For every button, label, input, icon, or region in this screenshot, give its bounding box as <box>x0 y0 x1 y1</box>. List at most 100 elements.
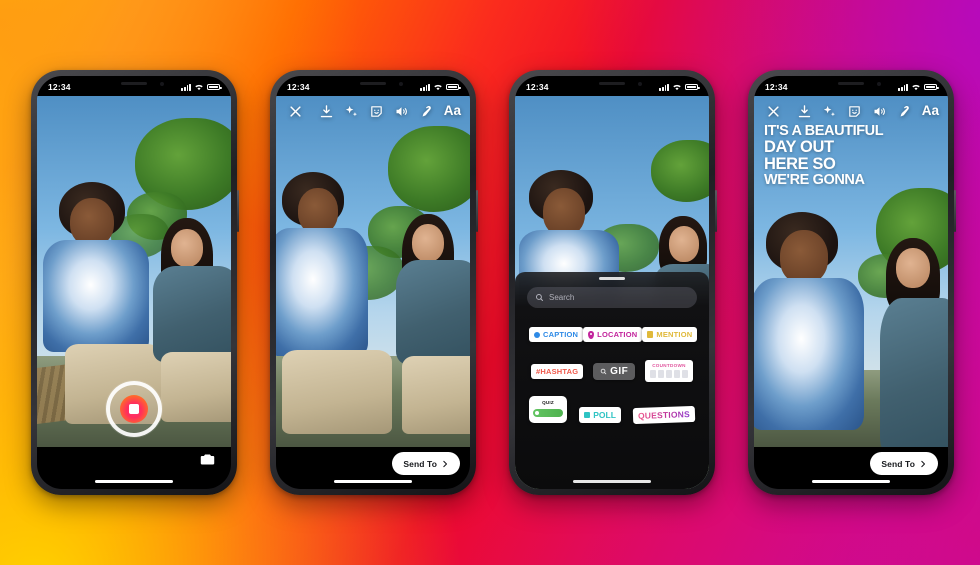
text-tool-label[interactable]: Aa <box>920 104 939 118</box>
person-face <box>543 188 585 236</box>
sparkles-icon[interactable] <box>820 101 840 121</box>
story-canvas[interactable] <box>276 96 470 447</box>
person-face <box>70 198 114 246</box>
person-face <box>896 248 930 288</box>
sticker-icon[interactable] <box>845 101 865 121</box>
status-time: 12:34 <box>48 82 71 92</box>
status-time: 12:34 <box>287 82 310 92</box>
chevron-right-icon <box>443 460 448 467</box>
phone-stickers: 12:34 Search CAPTION LOCATION MENTION #H… <box>509 70 717 495</box>
wifi-icon <box>673 84 681 91</box>
battery-icon <box>685 83 700 91</box>
person-left <box>754 212 868 447</box>
sticker-quiz[interactable]: QUIZ <box>529 396 567 423</box>
sticker-hashtag-label: #HASHTAG <box>536 366 579 376</box>
flip-camera-icon[interactable] <box>198 450 217 469</box>
close-icon[interactable] <box>763 101 783 121</box>
tray-drag-handle[interactable] <box>599 277 625 280</box>
wifi-icon <box>434 84 442 91</box>
phone-preview: 12:34 Aa Send To <box>270 70 478 495</box>
draw-icon[interactable] <box>895 101 915 121</box>
phone-caption: 12:34 Aa IT'S A BEAUTIFUL DAY OUT HERE S… <box>748 70 956 495</box>
signal-bars-icon <box>181 83 191 91</box>
sticker-quiz-label: QUIZ <box>542 400 554 405</box>
sticker-poll-label: POLL <box>593 410 616 420</box>
notch <box>91 76 177 92</box>
earpiece-speaker <box>360 82 386 85</box>
search-icon <box>600 368 607 374</box>
battery-icon <box>924 83 939 91</box>
battery-icon <box>446 83 461 91</box>
person-shirt <box>153 266 231 362</box>
sticker-hashtag[interactable]: #HASHTAG <box>531 363 584 379</box>
send-to-label: Send To <box>403 458 437 469</box>
sticker-questions-label: QUESTIONS <box>637 409 691 421</box>
sticker-caption[interactable]: CAPTION <box>529 327 584 342</box>
front-camera <box>877 82 881 86</box>
earpiece-speaker <box>121 82 147 85</box>
record-button-inner <box>120 395 148 423</box>
caption-dot-icon <box>534 331 540 338</box>
story-caption-text[interactable]: IT'S A BEAUTIFUL DAY OUT HERE SO WE'RE G… <box>764 123 938 188</box>
quiz-slider-bar <box>533 409 563 417</box>
phone-capture-screen: 12:34 <box>37 76 231 489</box>
front-camera <box>399 82 403 86</box>
sticker-mention-label: MENTION <box>656 330 693 339</box>
sticker-location-label: LOCATION <box>597 330 638 339</box>
home-indicator <box>334 479 412 483</box>
phone-preview-screen: 12:34 Aa Send To <box>276 76 470 489</box>
phone-stickers-screen: 12:34 Search CAPTION LOCATION MENTION #H… <box>515 76 709 489</box>
record-button[interactable] <box>106 381 162 437</box>
status-time: 12:34 <box>765 82 788 92</box>
sticker-questions[interactable]: QUESTIONS <box>632 405 696 425</box>
phone-caption-screen: 12:34 Aa IT'S A BEAUTIFUL DAY OUT HERE S… <box>754 76 948 489</box>
signal-bars-icon <box>898 83 908 91</box>
sticker-row-1: CAPTION LOCATION MENTION <box>527 327 698 342</box>
person-face <box>669 226 699 262</box>
mention-icon <box>647 331 654 338</box>
person-right <box>147 218 231 422</box>
caption-line-2: DAY OUT <box>764 138 834 157</box>
download-icon[interactable] <box>317 101 337 121</box>
editor-toolbar: Aa <box>276 98 470 124</box>
audio-icon[interactable] <box>392 101 412 121</box>
sticker-location[interactable]: LOCATION <box>583 327 643 342</box>
tree-foliage <box>388 126 470 212</box>
send-to-label: Send To <box>881 458 915 469</box>
draw-icon[interactable] <box>417 101 437 121</box>
search-input[interactable]: Search <box>527 287 697 308</box>
person-shirt <box>396 260 470 364</box>
person-pants <box>402 356 470 434</box>
front-camera <box>638 82 642 86</box>
status-time: 12:34 <box>526 82 549 92</box>
sticker-icon[interactable] <box>367 101 387 121</box>
sticker-countdown[interactable]: COUNTDOWN <box>644 360 693 382</box>
send-to-button[interactable]: Send To <box>870 452 938 475</box>
sticker-gif[interactable]: GIF <box>593 362 636 380</box>
home-indicator <box>573 479 651 483</box>
sticker-countdown-label: COUNTDOWN <box>652 363 686 368</box>
earpiece-speaker <box>838 82 864 85</box>
caption-line-3: HERE SO <box>764 155 836 174</box>
download-icon[interactable] <box>795 101 815 121</box>
text-tool-label[interactable]: Aa <box>442 104 461 118</box>
phone-capture: 12:34 <box>31 70 239 495</box>
person-shirt <box>880 298 948 447</box>
audio-icon[interactable] <box>870 101 890 121</box>
wifi-icon <box>912 84 920 91</box>
close-icon[interactable] <box>285 101 305 121</box>
person-face <box>412 224 444 262</box>
sparkles-icon[interactable] <box>342 101 362 121</box>
person-left <box>276 172 392 434</box>
notch <box>330 76 416 92</box>
tree-foliage <box>651 140 709 202</box>
send-to-button[interactable]: Send To <box>392 452 460 475</box>
sticker-poll[interactable]: POLL <box>579 407 621 423</box>
front-camera <box>160 82 164 86</box>
caption-line-1: IT'S A BEAUTIFUL <box>764 123 884 139</box>
sticker-mention[interactable]: MENTION <box>642 327 698 342</box>
sticker-row-3: QUIZ POLL QUESTIONS <box>527 396 697 425</box>
promo-stage: 12:34 12:34 Aa Send To 12:34 Search CAPT… <box>0 0 980 565</box>
editor-toolbar: Aa <box>754 98 948 124</box>
sticker-caption-label: CAPTION <box>543 330 579 339</box>
